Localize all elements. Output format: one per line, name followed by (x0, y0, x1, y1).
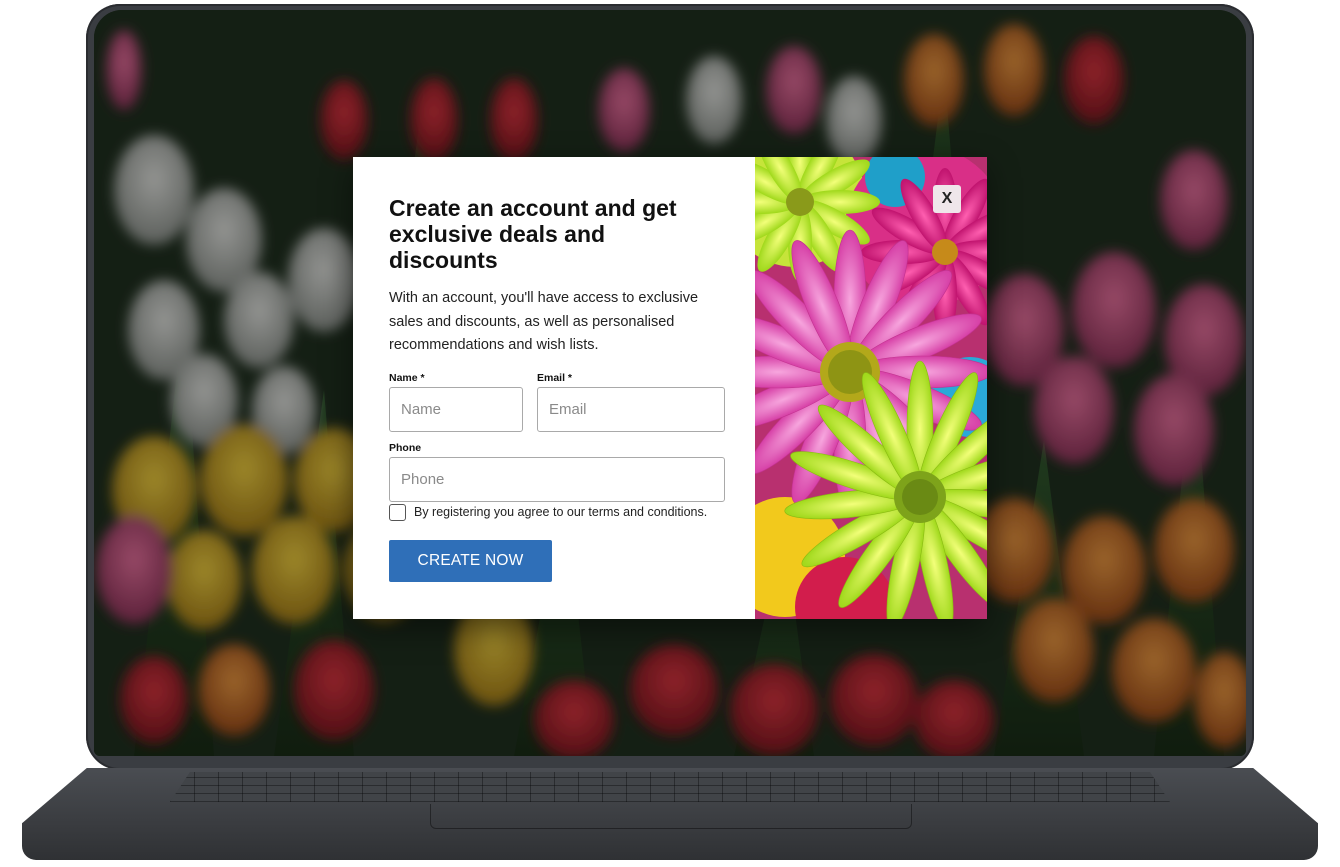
flower-image-panel: X (755, 157, 987, 619)
email-field-group: Email * (537, 372, 725, 432)
terms-checkbox[interactable] (389, 503, 406, 521)
laptop-trackpad (430, 804, 912, 829)
close-button[interactable]: X (933, 185, 961, 213)
terms-text: By registering you agree to our terms an… (414, 505, 708, 519)
phone-label: Phone (389, 441, 422, 454)
name-email-row: Name * Email * (389, 372, 725, 432)
name-field-group: Name * (389, 372, 523, 432)
name-input[interactable] (389, 386, 523, 432)
create-now-button[interactable]: CREATE NOW (389, 539, 552, 582)
modal-title: Create an account and get exclusive deal… (389, 195, 677, 273)
terms-row: By registering you agree to our terms an… (389, 503, 725, 521)
email-label: Email * (537, 371, 573, 384)
phone-field-group: Phone (389, 442, 725, 502)
email-input[interactable] (537, 386, 725, 432)
laptop-keyboard (170, 772, 1170, 802)
signup-modal: Create an account and get exclusive deal… (353, 157, 987, 619)
modal-description: With an account, you'll have access to e… (389, 290, 699, 353)
flower-image (755, 157, 987, 619)
stage: Create an account and get exclusive deal… (0, 0, 1340, 867)
name-label: Name * (389, 371, 425, 384)
signup-form-panel: Create an account and get exclusive deal… (353, 157, 755, 619)
phone-input[interactable] (389, 456, 725, 502)
